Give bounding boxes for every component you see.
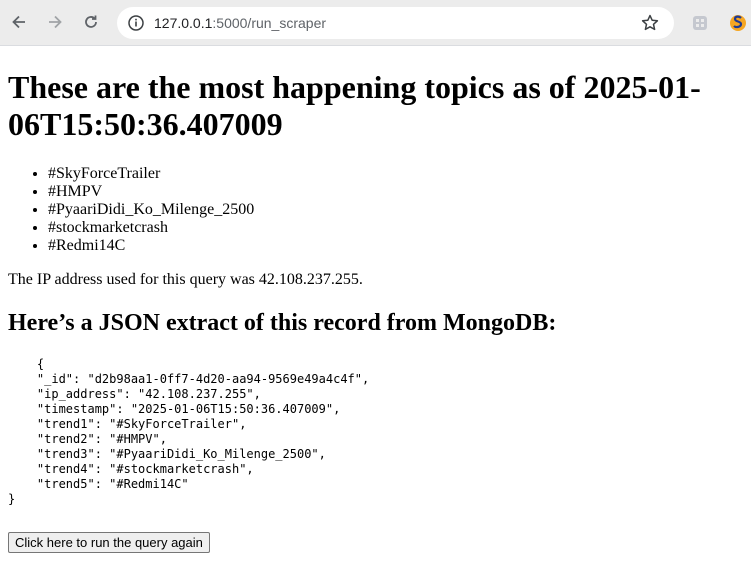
reload-icon[interactable] xyxy=(80,11,102,33)
page-title: These are the most happening topics as o… xyxy=(8,69,701,142)
url-text[interactable]: 127.0.0.1:5000/run_scraper xyxy=(154,7,326,39)
trend-item: #SkyForceTrailer xyxy=(48,165,743,183)
trend-item: #HMPV xyxy=(48,183,743,201)
address-bar[interactable]: 127.0.0.1:5000/run_scraper xyxy=(117,7,674,39)
back-icon[interactable] xyxy=(8,11,30,33)
url-host: 127.0.0.1 xyxy=(154,15,213,31)
trend-item: #Redmi14C xyxy=(48,237,743,255)
trends-list: #SkyForceTrailer #HMPV #PyaariDidi_Ko_Mi… xyxy=(8,165,743,255)
json-heading: Here’s a JSON extract of this record fro… xyxy=(8,310,557,336)
trend-item: #PyaariDidi_Ko_Milenge_2500 xyxy=(48,201,743,219)
json-extract: { "_id": "d2b98aa1-0ff7-4d20-aa94-9569e4… xyxy=(8,357,370,506)
browser-toolbar: 127.0.0.1:5000/run_scraper xyxy=(0,0,751,46)
ip-address-text: The IP address used for this query was 4… xyxy=(8,271,363,288)
star-icon[interactable] xyxy=(640,13,660,33)
run-query-button[interactable]: Click here to run the query again xyxy=(8,532,210,553)
trend-item: #stockmarketcrash xyxy=(48,219,743,237)
info-icon[interactable] xyxy=(127,14,145,32)
forward-icon[interactable] xyxy=(44,11,66,33)
extension-icon[interactable] xyxy=(690,13,710,33)
url-path: :5000/run_scraper xyxy=(212,15,327,31)
page-content: These are the most happening topics as o… xyxy=(0,46,751,553)
profile-icon[interactable] xyxy=(728,13,748,33)
